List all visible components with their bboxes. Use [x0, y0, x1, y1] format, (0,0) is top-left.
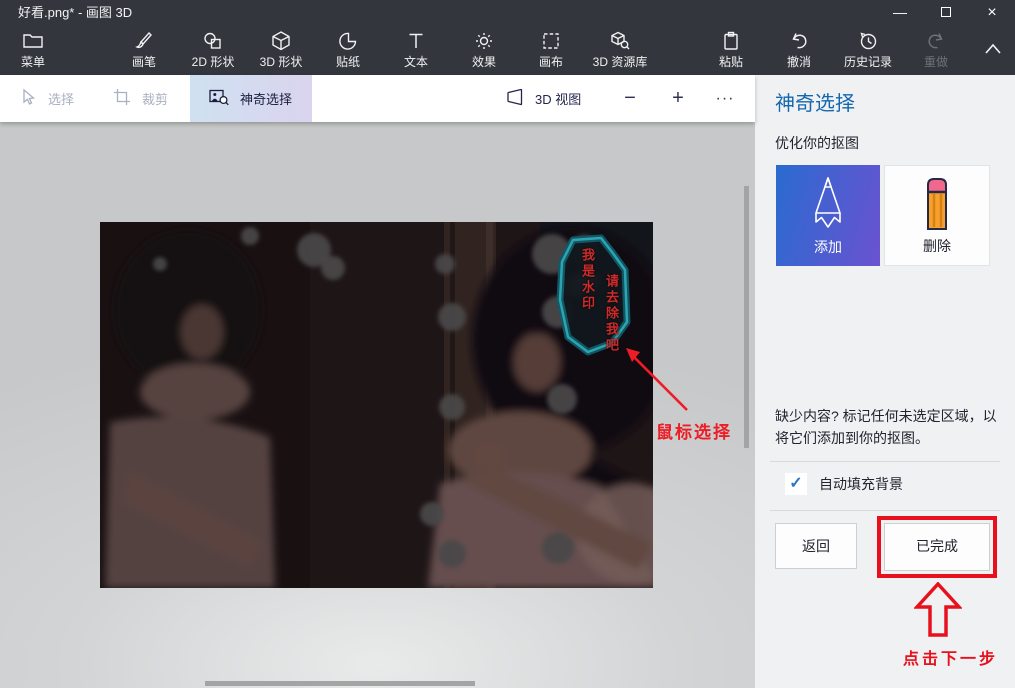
remove-button[interactable]: 删除 — [884, 165, 990, 266]
horizontal-scrollbar[interactable] — [205, 681, 475, 686]
photo-artwork — [100, 222, 653, 588]
refine-cutout-label: 优化你的抠图 — [775, 133, 859, 153]
zoom-out-button[interactable]: − — [613, 75, 647, 122]
maximize-button[interactable] — [923, 0, 969, 25]
magic-select-icon — [208, 87, 230, 110]
back-button[interactable]: 返回 — [775, 523, 857, 569]
photo-canvas[interactable]: 我是水印 请去除我吧 — [100, 222, 653, 588]
autofill-background-checkbox-row[interactable]: ✓ 自动填充背景 — [785, 472, 903, 496]
vertical-scrollbar[interactable] — [744, 186, 749, 448]
watermark-text-2: 请去除我吧 — [602, 274, 621, 366]
panel-divider — [770, 461, 1000, 462]
menu-folder-icon — [0, 30, 75, 52]
magic-select-panel: 神奇选择 优化你的抠图 添加 — [755, 75, 1015, 688]
more-options-button[interactable]: ··· — [708, 75, 742, 122]
cursor-icon — [18, 87, 38, 110]
minimize-icon: — — [893, 4, 907, 20]
crop-tool[interactable]: 裁剪 — [112, 75, 168, 122]
crop-icon — [112, 87, 132, 110]
maximize-icon — [941, 7, 951, 17]
missing-content-hint: 缺少内容? 标记任何未选定区域，以将它们添加到你的抠图。 — [775, 405, 999, 449]
close-icon: × — [987, 4, 996, 21]
panel-title: 神奇选择 — [775, 87, 855, 116]
select-tool[interactable]: 选择 — [18, 75, 74, 122]
toolbar-collapse-button[interactable] — [951, 39, 1015, 61]
zoom-in-button[interactable]: + — [661, 75, 695, 122]
3d-view-button[interactable]: 3D 视图 — [505, 75, 581, 122]
title-bar: 好看.png* - 画图 3D — × — [0, 0, 1015, 25]
magic-select-tool-active[interactable]: 神奇选择 — [190, 75, 312, 122]
done-button[interactable]: 已完成 — [884, 523, 990, 571]
window-title: 好看.png* - 画图 3D — [18, 0, 132, 25]
click-next-annotation: 点击下一步 — [903, 645, 998, 669]
close-button[interactable]: × — [969, 0, 1015, 25]
toolbar-item-menu[interactable]: 菜单 — [0, 30, 75, 70]
chevron-up-icon — [951, 39, 1015, 61]
pencil-icon — [776, 175, 880, 231]
toolbar-item-3d-library[interactable]: 3D 资源库 — [578, 30, 662, 70]
up-arrow-annotation — [914, 582, 962, 638]
add-button[interactable]: 添加 — [776, 165, 880, 266]
eraser-icon — [885, 176, 989, 234]
paint3d-window: 好看.png* - 画图 3D — × 菜单 画笔 — [0, 0, 1015, 688]
minimize-button[interactable]: — — [877, 0, 923, 25]
canvas-workspace: 我是水印 请去除我吧 鼠标选择 — [0, 122, 755, 688]
panel-divider — [770, 510, 1000, 511]
selection-toolbar: 选择 裁剪 神奇选择 3D 视图 — [0, 75, 755, 122]
main-toolbar: 菜单 画笔 2D 形状 3D 形状 贴纸 — [0, 25, 1015, 75]
watermark-text-1: 我是水印 — [578, 248, 597, 326]
checkbox-checked-icon[interactable]: ✓ — [785, 473, 807, 495]
3d-view-icon — [505, 87, 525, 110]
mouse-select-annotation: 鼠标选择 — [656, 418, 732, 443]
3d-library-icon — [578, 30, 662, 52]
autofill-label: 自动填充背景 — [819, 474, 903, 494]
